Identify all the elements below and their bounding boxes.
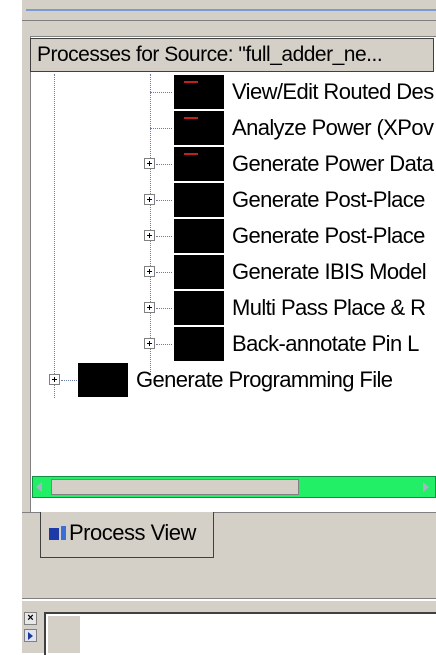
expand-icon[interactable]: [144, 338, 155, 349]
expand-icon[interactable]: [144, 194, 155, 205]
process-tree[interactable]: View/Edit Routed Des Analyze Power (XPov…: [32, 74, 436, 474]
tree-item-label: Generate IBIS Model: [232, 259, 427, 284]
process-icon: [174, 219, 224, 253]
tree-item-label: Generate Post-Place: [232, 223, 425, 248]
expand-icon[interactable]: [144, 230, 155, 241]
process-view-icon-part: [61, 526, 66, 540]
console-pane[interactable]: [44, 612, 436, 655]
tree-item-view-edit-routed[interactable]: View/Edit Routed Des: [32, 74, 436, 110]
process-icon: [174, 147, 224, 181]
process-icon: [174, 255, 224, 289]
process-view-icon: [49, 528, 59, 540]
tree-item-label: Multi Pass Place & R: [232, 295, 426, 320]
tab-label: Process View: [69, 520, 196, 545]
tree-item-generate-post-place-2[interactable]: Generate Post-Place: [32, 218, 436, 254]
tab-process-view[interactable]: Process View: [40, 512, 214, 558]
tree-item-generate-post-place-1[interactable]: Generate Post-Place: [32, 182, 436, 218]
tree-item-label: Analyze Power (XPov: [232, 115, 434, 140]
process-icon: [174, 183, 224, 217]
scrollbar-thumb[interactable]: [51, 479, 299, 495]
tree-item-label: Back-annotate Pin L: [232, 331, 419, 356]
expand-icon[interactable]: [144, 266, 155, 277]
close-icon[interactable]: ×: [24, 612, 37, 625]
process-icon: [174, 327, 224, 361]
expand-icon[interactable]: [49, 374, 60, 385]
top-toolbar-strip: [22, 0, 436, 21]
scroll-left-icon[interactable]: [36, 482, 42, 492]
processes-header: Processes for Source: "full_adder_ne...: [30, 38, 434, 72]
tree-item-label: Generate Post-Place: [232, 187, 425, 212]
tree-item-label: Generate Programming File: [136, 367, 393, 392]
console-margin: [48, 616, 80, 653]
expand-icon[interactable]: [144, 302, 155, 313]
tree-item-back-annotate-pin[interactable]: Back-annotate Pin L: [32, 326, 436, 362]
tree-item-generate-power-data[interactable]: Generate Power Data: [32, 146, 436, 182]
tree-item-generate-programming-file[interactable]: Generate Programming File: [32, 362, 436, 398]
process-icon: [174, 75, 224, 109]
tree-item-generate-ibis-model[interactable]: Generate IBIS Model: [32, 254, 436, 290]
scroll-right-icon[interactable]: [423, 482, 429, 492]
process-icon: [78, 363, 128, 397]
play-icon[interactable]: [24, 629, 37, 642]
tree-item-analyze-power[interactable]: Analyze Power (XPov: [32, 110, 436, 146]
process-icon: [174, 291, 224, 325]
tree-item-label: View/Edit Routed Des: [232, 79, 434, 104]
pane-divider[interactable]: [22, 598, 436, 601]
tree-item-label: Generate Power Data: [232, 151, 434, 176]
processes-header-label: Processes for Source: "full_adder_ne...: [37, 43, 383, 66]
process-icon: [174, 111, 224, 145]
horizontal-scrollbar[interactable]: [32, 476, 436, 498]
tree-item-multi-pass-place[interactable]: Multi Pass Place & R: [32, 290, 436, 326]
expand-icon[interactable]: [144, 158, 155, 169]
